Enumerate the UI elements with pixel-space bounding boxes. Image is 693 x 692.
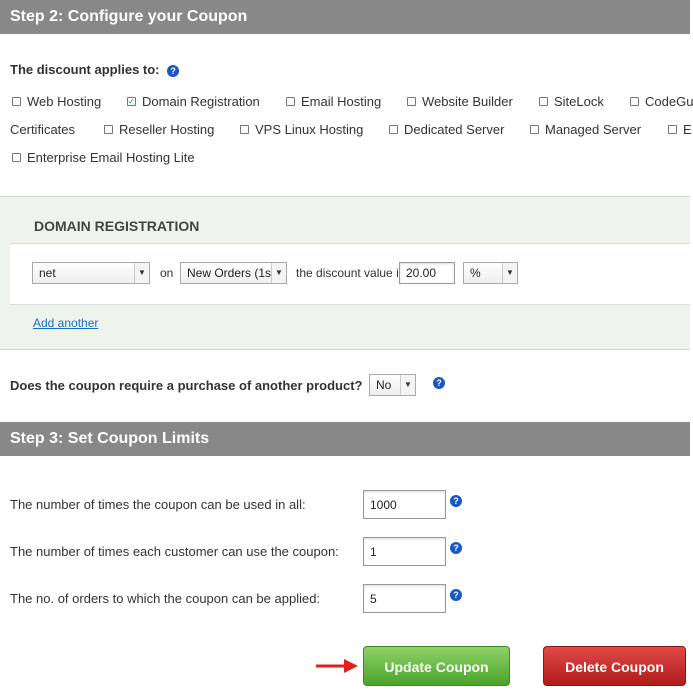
checkbox-dedicated-server[interactable]: Dedicated Server: [389, 122, 504, 137]
step2-title: Step 2: Configure your Coupon: [10, 8, 248, 25]
tld-select[interactable]: net ▼: [32, 262, 150, 284]
limit-orders-label: The no. of orders to which the coupon ca…: [10, 591, 321, 606]
chevron-down-icon: ▼: [134, 263, 149, 283]
requires-purchase-question: Does the coupon require a purchase of an…: [10, 378, 363, 393]
checkbox-reseller-hosting[interactable]: Reseller Hosting: [104, 122, 214, 137]
limit-orders-input[interactable]: [363, 584, 446, 613]
checkbox-label: Website Builder: [422, 94, 513, 109]
on-label: on: [160, 266, 174, 280]
delete-coupon-button[interactable]: Delete Coupon: [543, 646, 686, 686]
help-icon[interactable]: ?: [167, 65, 180, 77]
checkbox-label: Reseller Hosting: [119, 122, 215, 137]
limit-total-label: The number of times the coupon can be us…: [10, 497, 306, 512]
tld-select-value: net: [39, 266, 56, 280]
orders-select-value: New Orders (1st: [187, 266, 275, 280]
chevron-down-icon: ▼: [271, 263, 286, 283]
domain-registration-heading: DOMAIN REGISTRATION: [34, 218, 200, 234]
unit-select[interactable]: % ▼: [463, 262, 518, 284]
applies-to-label: The discount applies to: ?: [10, 62, 180, 77]
checkbox-web-hosting[interactable]: Web Hosting: [12, 94, 101, 109]
checkbox-icon[interactable]: [240, 125, 249, 135]
checkbox-email-hosting[interactable]: Email Hosting: [286, 94, 381, 109]
checkbox-label: Managed Server: [545, 122, 642, 137]
checkbox-label: Dedicated Server: [404, 122, 505, 137]
certificates-label: Certificates: [10, 122, 76, 137]
checkbox-icon[interactable]: [12, 153, 21, 163]
limit-total-input[interactable]: [363, 490, 446, 519]
checkbox-enterprise-email-lite[interactable]: Enterprise Email Hosting Lite: [12, 150, 195, 165]
checkbox-label: SiteLock: [554, 94, 604, 109]
help-icon[interactable]: ?: [450, 542, 462, 554]
checkbox-icon[interactable]: [286, 97, 295, 107]
checkbox-label: CodeGu: [645, 94, 693, 109]
checkbox-icon[interactable]: [668, 125, 677, 135]
limit-per-customer-input[interactable]: [363, 537, 446, 566]
chevron-down-icon: ▼: [400, 375, 415, 395]
checkbox-domain-registration[interactable]: ✓ Domain Registration: [127, 94, 260, 109]
limit-per-customer-label: The number of times each customer can us…: [10, 544, 339, 559]
checkbox-e[interactable]: E: [668, 122, 692, 137]
checkbox-icon[interactable]: [530, 125, 539, 135]
checkbox-label: VPS Linux Hosting: [255, 122, 364, 137]
step2-header: Step 2: Configure your Coupon: [0, 0, 690, 34]
checkbox-website-builder[interactable]: Website Builder: [407, 94, 513, 109]
checkbox-vps-linux-hosting[interactable]: VPS Linux Hosting: [240, 122, 363, 137]
red-arrow-icon: [316, 659, 358, 673]
step3-title: Step 3: Set Coupon Limits: [10, 430, 210, 447]
help-icon[interactable]: ?: [450, 589, 462, 601]
checkbox-sitelock[interactable]: SiteLock: [539, 94, 604, 109]
checkbox-label: Enterprise Email Hosting Lite: [27, 150, 195, 165]
checkmark-icon[interactable]: ✓: [127, 97, 136, 107]
checkbox-label: Web Hosting: [27, 94, 102, 109]
step3-header: Step 3: Set Coupon Limits: [0, 422, 690, 456]
chevron-down-icon: ▼: [502, 263, 517, 283]
checkbox-label: E: [683, 122, 692, 137]
applies-to-text: The discount applies to:: [10, 62, 160, 77]
help-icon[interactable]: ?: [433, 377, 445, 389]
checkbox-label: Domain Registration: [142, 94, 260, 109]
update-coupon-button[interactable]: Update Coupon: [363, 646, 510, 686]
checkbox-icon[interactable]: [12, 97, 21, 107]
domain-registration-panel: DOMAIN REGISTRATION net ▼ on New Orders (…: [0, 196, 690, 350]
discount-rule-row: net ▼ on New Orders (1st ▼ the discount va…: [10, 243, 690, 305]
checkbox-managed-server[interactable]: Managed Server: [530, 122, 641, 137]
unit-select-value: %: [470, 266, 481, 280]
checkbox-icon[interactable]: [104, 125, 113, 135]
checkbox-icon[interactable]: [539, 97, 548, 107]
checkbox-icon[interactable]: [407, 97, 416, 107]
discount-value-input[interactable]: [399, 262, 455, 284]
help-icon[interactable]: ?: [450, 495, 462, 507]
checkbox-icon[interactable]: [630, 97, 639, 107]
checkbox-icon[interactable]: [389, 125, 398, 135]
checkbox-label: Email Hosting: [301, 94, 382, 109]
requires-purchase-value: No: [376, 378, 392, 392]
requires-purchase-select[interactable]: No ▼: [369, 374, 416, 396]
add-another-link[interactable]: Add another: [33, 316, 98, 330]
orders-select[interactable]: New Orders (1st ▼: [180, 262, 287, 284]
checkbox-codeguard[interactable]: CodeGu: [630, 94, 693, 109]
discount-value-label: the discount value is: [296, 266, 405, 280]
